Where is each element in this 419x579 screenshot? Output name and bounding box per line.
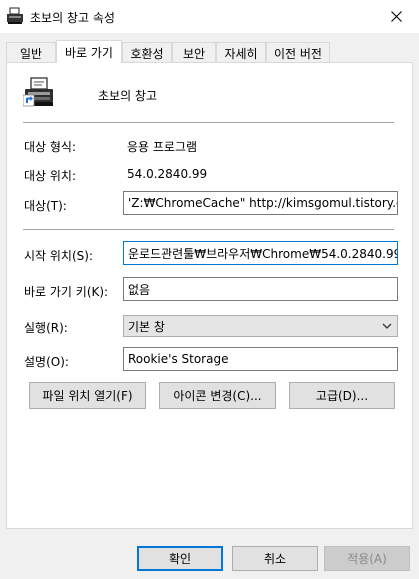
typewriter-app-icon <box>6 7 24 25</box>
target-input[interactable]: 'Z:₩ChromeCache" http://kimsgomul.tistor… <box>123 191 398 215</box>
tab-shortcut[interactable]: 바로 가기 <box>56 40 122 63</box>
tab-compatibility[interactable]: 호환성 <box>122 42 172 63</box>
target-label: 대상(T): <box>24 199 67 213</box>
target-location-value: 54.0.2840.99 <box>127 167 208 181</box>
change-icon-button[interactable]: 아이콘 변경(C)... <box>159 382 276 409</box>
target-location-label: 대상 위치: <box>24 169 77 183</box>
shortcut-name: 초보의 창고 <box>98 89 158 103</box>
shortcut-panel: 초보의 창고 대상 형식: 응용 프로그램 대상 위치: 54.0.2840.9… <box>6 62 413 529</box>
separator <box>23 122 394 123</box>
window-title: 초보의 창고 속성 <box>30 11 115 25</box>
start-in-label: 시작 위치(S): <box>24 249 93 263</box>
tab-general[interactable]: 일반 <box>6 42 56 63</box>
shortcut-key-input[interactable]: 없음 <box>123 277 398 301</box>
comment-label: 설명(O): <box>24 355 69 369</box>
shortcut-key-label: 바로 가기 키(K): <box>24 285 109 299</box>
typewriter-app-icon <box>22 77 57 112</box>
target-type-label: 대상 형식: <box>24 140 77 154</box>
run-label: 실행(R): <box>24 321 68 335</box>
tab-security[interactable]: 보안 <box>172 42 216 63</box>
apply-button[interactable]: 적용(A) <box>324 546 410 571</box>
tab-previous-versions[interactable]: 이전 버전 <box>266 42 330 63</box>
properties-window: 초보의 창고 속성 일반 바로 가기 호환성 보안 자세히 이전 버전 초보의 … <box>0 0 419 579</box>
comment-input[interactable]: Rookie's Storage <box>123 347 398 371</box>
ok-button[interactable]: 확인 <box>137 546 223 571</box>
title-bar[interactable]: 초보의 창고 속성 <box>0 0 419 33</box>
close-icon <box>390 11 402 22</box>
target-type-value: 응용 프로그램 <box>127 140 198 154</box>
run-select[interactable]: 기본 창 <box>123 315 398 337</box>
open-file-location-button[interactable]: 파일 위치 열기(F) <box>29 382 146 409</box>
chevron-down-icon <box>381 320 393 335</box>
close-button[interactable] <box>373 0 419 33</box>
start-in-input[interactable]: 운로드관련툴₩브라우저₩Chrome₩54.0.2840.99" <box>123 241 398 265</box>
separator <box>23 229 394 230</box>
tab-details[interactable]: 자세히 <box>216 42 266 63</box>
cancel-button[interactable]: 취소 <box>232 546 318 571</box>
advanced-button[interactable]: 고급(D)... <box>289 382 395 409</box>
